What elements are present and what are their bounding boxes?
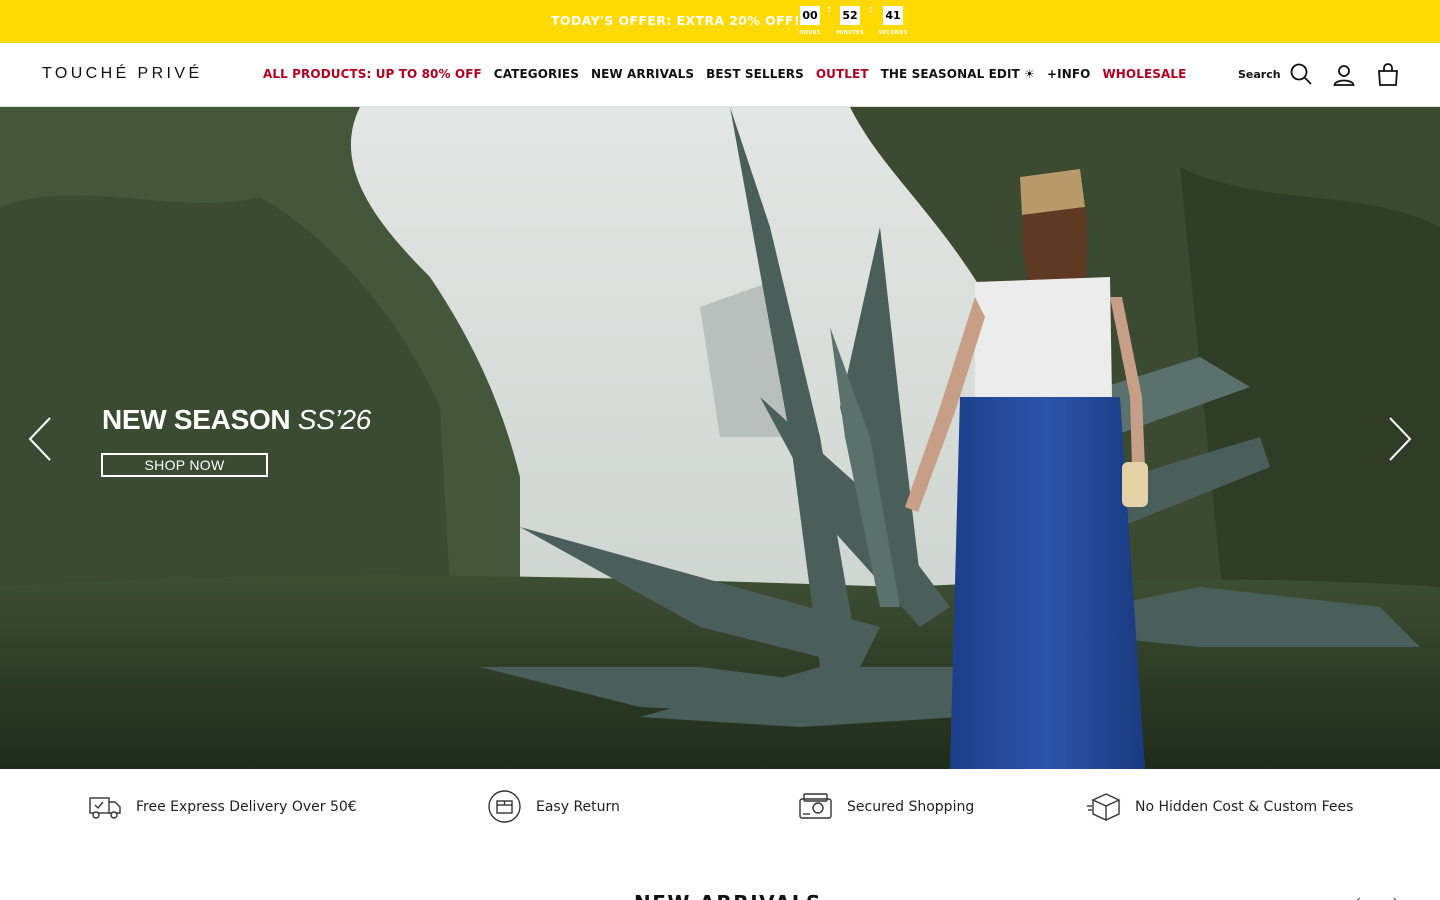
countdown-minutes: 52 MINUTES xyxy=(830,4,870,36)
main-nav: ALL PRODUCTS: UP TO 80% OFF CATEGORIES N… xyxy=(263,67,1186,81)
nav-item-info[interactable]: +INFO xyxy=(1047,67,1090,81)
nav-item-outlet[interactable]: OUTLET xyxy=(816,67,869,81)
feature-label: Free Express Delivery Over 50€ xyxy=(136,798,357,815)
shop-now-button[interactable]: SHOP NOW xyxy=(101,453,268,477)
search-label: Search xyxy=(1238,67,1281,81)
account-icon[interactable] xyxy=(1332,63,1356,87)
delivery-truck-icon xyxy=(89,797,121,819)
hero-banner[interactable]: NEW SEASON SS’26 SHOP NOW xyxy=(0,107,1440,769)
site-logo[interactable]: TOUCHÉ PRIVÉ xyxy=(42,65,203,83)
feature-item: Free Express Delivery Over 50€ xyxy=(87,789,357,824)
secure-payment-icon xyxy=(799,793,832,819)
countdown-hours-value: 00 xyxy=(800,6,820,25)
nav-item-new-arrivals[interactable]: NEW ARRIVALS xyxy=(591,67,694,81)
feature-item: Easy Return xyxy=(487,789,620,824)
feature-item: No Hidden Cost & Custom Fees xyxy=(1086,789,1353,824)
carousel-arrows[interactable]: ‹ › xyxy=(1356,893,1411,900)
nav-item-seasonal-edit[interactable]: THE SEASONAL EDIT ☀ xyxy=(881,67,1035,81)
nav-item-categories[interactable]: CATEGORIES xyxy=(494,67,579,81)
feature-label: Easy Return xyxy=(536,798,620,815)
countdown-seconds: 41 SECONDS xyxy=(873,4,913,36)
hero-title: NEW SEASON SS’26 xyxy=(102,404,371,436)
countdown-seconds-label: SECONDS xyxy=(878,30,908,36)
announcement-text: TODAY'S OFFER: EXTRA 20% OFF! xyxy=(551,13,801,28)
nav-item-wholesale[interactable]: WHOLESALE xyxy=(1102,67,1186,81)
hero-image xyxy=(0,107,1440,769)
nav-item-all-products[interactable]: ALL PRODUCTS: UP TO 80% OFF xyxy=(263,67,482,81)
section-title: NEW ARRIVALS xyxy=(634,891,822,900)
announcement-bar: TODAY'S OFFER: EXTRA 20% OFF! 00 HOURS :… xyxy=(0,0,1440,43)
hero-title-main: NEW SEASON xyxy=(102,404,291,435)
hero-title-season: SS’26 xyxy=(297,404,372,435)
countdown-hours-label: HOURS xyxy=(799,30,821,36)
return-box-icon xyxy=(488,790,521,823)
cart-icon[interactable] xyxy=(1377,63,1399,87)
chevron-right-icon[interactable] xyxy=(1388,417,1412,461)
nav-item-best-sellers[interactable]: BEST SELLERS xyxy=(706,67,804,81)
countdown-hours: 00 HOURS xyxy=(790,4,830,36)
feature-label: Secured Shopping xyxy=(847,798,975,815)
countdown-minutes-value: 52 xyxy=(840,6,860,25)
countdown-seconds-value: 41 xyxy=(883,6,903,25)
feature-item: Secured Shopping xyxy=(798,789,974,824)
chevron-left-icon[interactable] xyxy=(28,417,52,461)
search-icon xyxy=(1290,63,1312,85)
search-button[interactable]: Search xyxy=(1238,62,1313,86)
feature-label: No Hidden Cost & Custom Fees xyxy=(1135,798,1354,815)
site-header: TOUCHÉ PRIVÉ ALL PRODUCTS: UP TO 80% OFF… xyxy=(0,43,1440,107)
package-icon xyxy=(1087,793,1121,822)
countdown-minutes-label: MINUTES xyxy=(836,30,864,36)
features-bar: Free Express Delivery Over 50€ Easy Retu… xyxy=(0,769,1440,844)
